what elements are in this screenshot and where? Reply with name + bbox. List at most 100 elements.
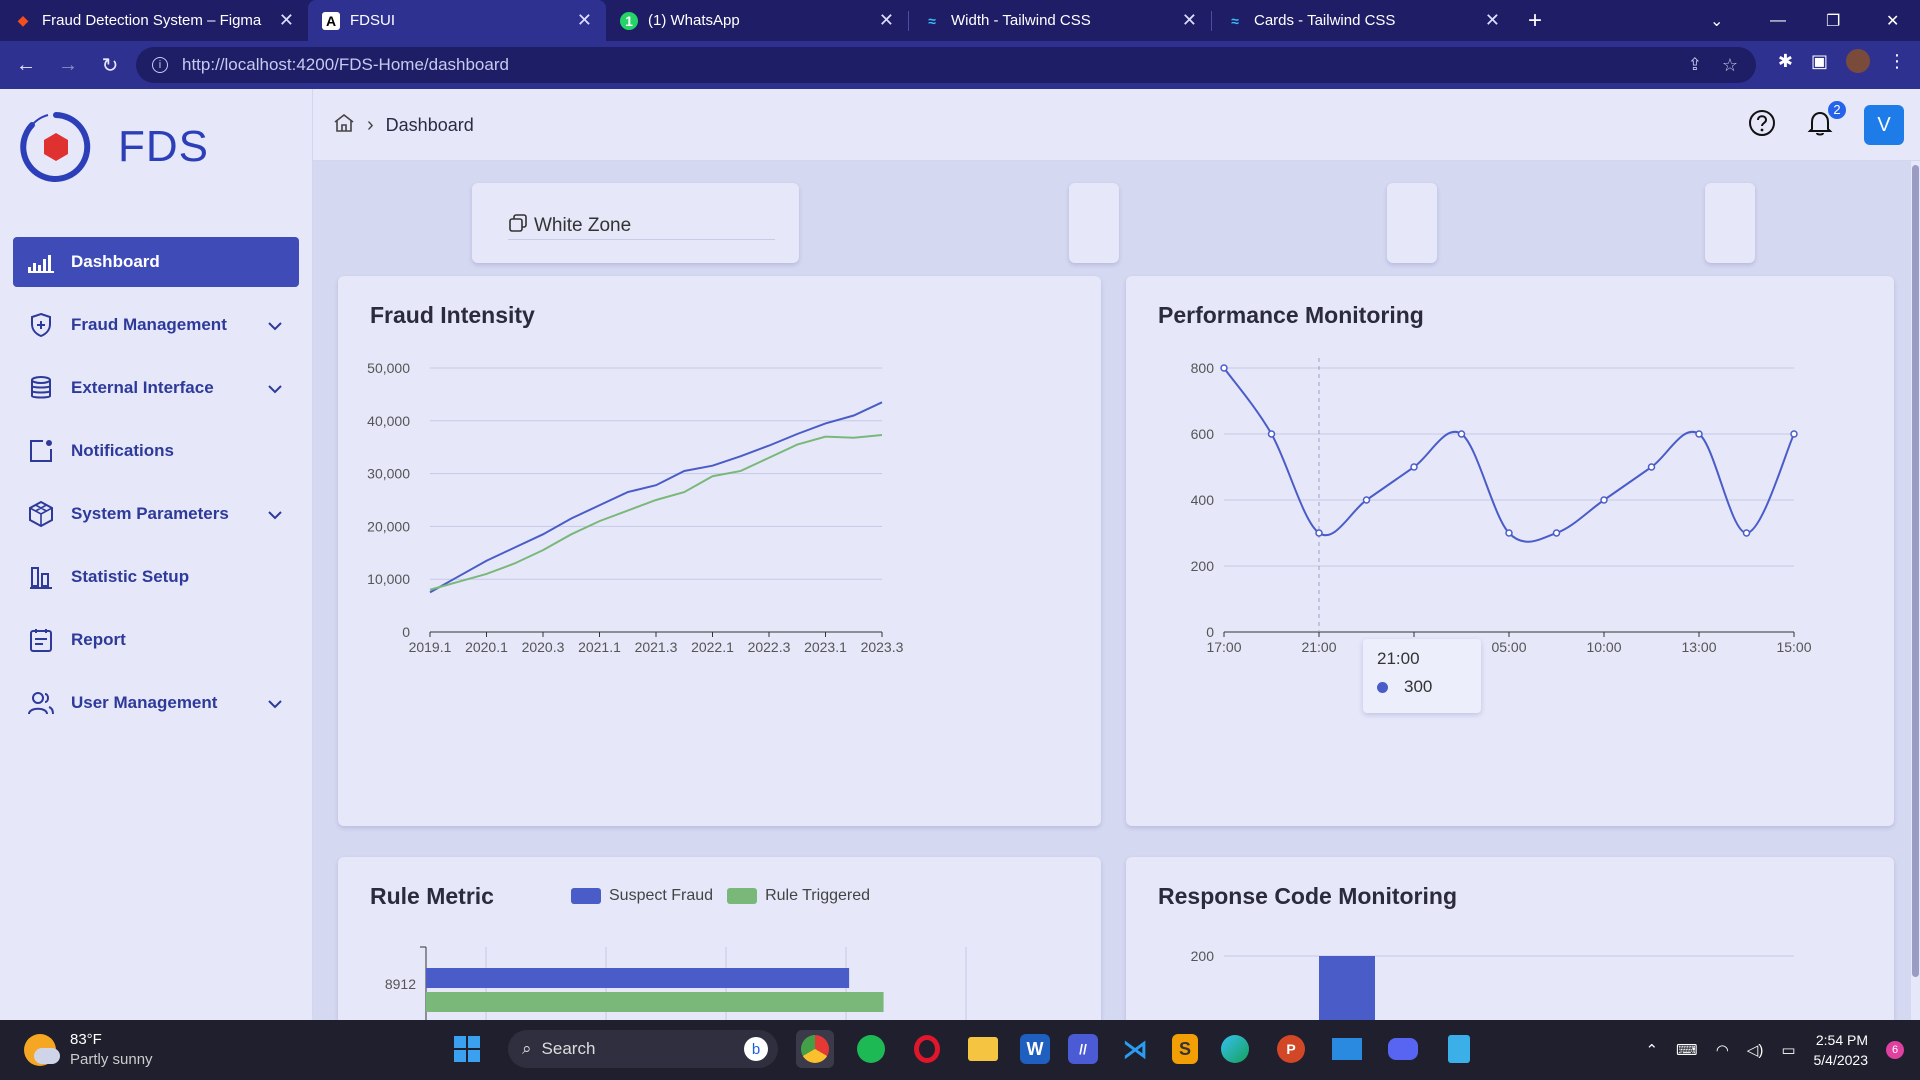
chevron-up-icon[interactable]: ⌃ (1645, 1041, 1658, 1059)
edge-icon[interactable] (1216, 1030, 1254, 1068)
vscode-icon[interactable]: ⋊ (1116, 1030, 1154, 1068)
data-point (1457, 430, 1466, 438)
browser-menu-icon[interactable]: ⋮ (1888, 51, 1906, 72)
tailwind-icon: ≈ (928, 12, 936, 29)
performance-monitoring-card: Performance Monitoring 0 200 400 600 800 17:0… (1126, 276, 1894, 826)
sidebar-item-report[interactable]: Report (13, 615, 299, 665)
sidebar-item-statistic-setup[interactable]: Statistic Setup (13, 552, 299, 602)
home-icon[interactable] (333, 113, 355, 138)
zone-card-white[interactable]: White Zone (472, 183, 799, 263)
browser-tab-figma[interactable]: ◆ Fraud Detection System – Figma ✕ (0, 0, 308, 41)
extensions-puzzle-icon[interactable]: ✱ (1778, 51, 1793, 72)
sidebar-item-dashboard[interactable]: Dashboard (13, 237, 299, 287)
browser-tab-tailwind-cards[interactable]: ≈ Cards - Tailwind CSS ✕ (1212, 0, 1514, 41)
url-text: http://localhost:4200/FDS-Home/dashboard (182, 55, 509, 74)
close-tab-icon[interactable]: ✕ (1485, 10, 1500, 31)
tooltip-value: 300 (1404, 677, 1433, 696)
browser-tab-fdsui[interactable]: A FDSUI ✕ (308, 0, 606, 41)
zone-card[interactable] (1387, 183, 1437, 263)
series-line-0 (429, 401, 883, 594)
word-icon[interactable]: W (1020, 1034, 1050, 1064)
app-logo[interactable]: FDS (18, 109, 209, 185)
data-point (1315, 529, 1323, 537)
x-tick-label: 2019.1 (409, 639, 452, 655)
close-tab-icon[interactable]: ✕ (879, 10, 894, 31)
sidebar-item-notifications[interactable]: Notifications (13, 426, 299, 476)
profile-avatar[interactable] (1846, 49, 1870, 73)
notification-bell-button[interactable]: 2 (1806, 98, 1848, 142)
scrollbar-thumb[interactable] (1912, 165, 1919, 977)
clock[interactable]: 2:54 PM 5/4/2023 (1814, 1030, 1869, 1070)
chrome-icon[interactable] (796, 1030, 834, 1068)
x-tick-label: 2021.3 (635, 639, 678, 655)
opera-icon[interactable] (908, 1030, 946, 1068)
info-icon[interactable]: i (152, 57, 168, 73)
volume-icon[interactable]: ◁) (1747, 1041, 1764, 1059)
tab-title: Width - Tailwind CSS (951, 12, 1091, 29)
user-avatar[interactable]: V (1864, 105, 1904, 145)
restore-icon[interactable]: ❐ (1826, 0, 1840, 41)
new-tab-label: + (1528, 6, 1543, 34)
app-icon[interactable]: // (1068, 1034, 1098, 1064)
wifi-icon[interactable]: ◠ (1716, 1041, 1729, 1059)
address-bar[interactable]: i http://localhost:4200/FDS-Home/dashboa… (136, 47, 1756, 83)
sidebar-item-fraud-management[interactable]: Fraud Management (13, 300, 299, 350)
data-point (1505, 529, 1513, 537)
powerpoint-icon[interactable]: P (1272, 1030, 1310, 1068)
bookmark-star-icon[interactable]: ☆ (1722, 55, 1738, 76)
minimize-icon[interactable]: — (1770, 0, 1786, 41)
angular-icon: A (322, 11, 340, 30)
close-tab-icon[interactable]: ✕ (1182, 10, 1197, 31)
side-panel-icon[interactable]: ▣ (1811, 51, 1828, 72)
mail-icon[interactable] (1328, 1030, 1366, 1068)
browser-tab-tailwind-width[interactable]: ≈ Width - Tailwind CSS ✕ (909, 0, 1211, 41)
y-tick-label: 200 (1191, 558, 1215, 574)
weather-widget[interactable]: 83°F Partly sunny (24, 1030, 153, 1070)
browser-tab-whatsapp[interactable]: 1 (1) WhatsApp ✕ (606, 0, 908, 41)
data-point (1552, 529, 1561, 537)
new-tab-button[interactable]: + (1514, 0, 1556, 41)
tooltip-time: 21:00 (1377, 649, 1420, 668)
whatsapp-icon: 1 (620, 11, 638, 30)
x-tick-label: 15:00 (1776, 639, 1811, 655)
report-icon (27, 626, 55, 654)
taskbar-search[interactable]: ⌕ Search b (508, 1030, 778, 1068)
reload-icon[interactable]: ↻ (94, 49, 126, 81)
notepad-icon[interactable] (1440, 1030, 1478, 1068)
notification-count-badge[interactable]: 6 (1886, 1041, 1904, 1059)
keyboard-icon[interactable]: ⌨ (1676, 1041, 1698, 1059)
bar-chart-icon (27, 563, 55, 591)
sidebar-item-user-management[interactable]: User Management (13, 678, 299, 728)
taskbar-apps: ⌕ Search b W // ⋊ S P (448, 1030, 1478, 1068)
fraud-intensity-chart: 0 10,000 20,000 30,000 40,000 50,000 2019.1 202… (367, 360, 903, 655)
discord-icon[interactable] (1384, 1030, 1422, 1068)
x-tick-label: 2021.1 (578, 639, 621, 655)
x-tick-label: 2022.1 (691, 639, 734, 655)
tab-search-icon[interactable]: ⌄ (1710, 0, 1723, 41)
spotify-icon[interactable] (852, 1030, 890, 1068)
close-tab-icon[interactable]: ✕ (577, 10, 592, 31)
x-tick-label: 10:00 (1586, 639, 1621, 655)
close-window-icon[interactable]: ✕ (1886, 0, 1899, 41)
forward-icon[interactable]: → (52, 49, 84, 81)
header-actions: 2 V (1748, 98, 1904, 145)
back-icon[interactable]: ← (10, 49, 42, 81)
y-tick-label: 30,000 (367, 466, 410, 482)
sidebar-nav: Dashboard Fraud Management External Inte… (13, 237, 299, 741)
windows-start-icon[interactable] (448, 1030, 486, 1068)
zone-card[interactable] (1705, 183, 1755, 263)
help-icon[interactable] (1748, 109, 1776, 142)
battery-icon[interactable]: ▭ (1781, 1041, 1795, 1059)
page-scrollbar[interactable] (1911, 161, 1920, 1020)
sidebar-item-system-parameters[interactable]: System Parameters (13, 489, 299, 539)
file-explorer-icon[interactable] (964, 1030, 1002, 1068)
zone-card[interactable] (1069, 183, 1119, 263)
windows-taskbar: 83°F Partly sunny ⌕ Search b W // ⋊ S P … (0, 1020, 1920, 1080)
sidebar-item-external-interface[interactable]: External Interface (13, 363, 299, 413)
zone-divider (508, 239, 775, 240)
sublime-icon[interactable]: S (1172, 1034, 1198, 1064)
share-icon[interactable]: ⇪ (1688, 55, 1702, 75)
y-tick-label: 40,000 (367, 413, 410, 429)
close-tab-icon[interactable]: ✕ (279, 10, 294, 31)
data-point (1695, 430, 1703, 438)
